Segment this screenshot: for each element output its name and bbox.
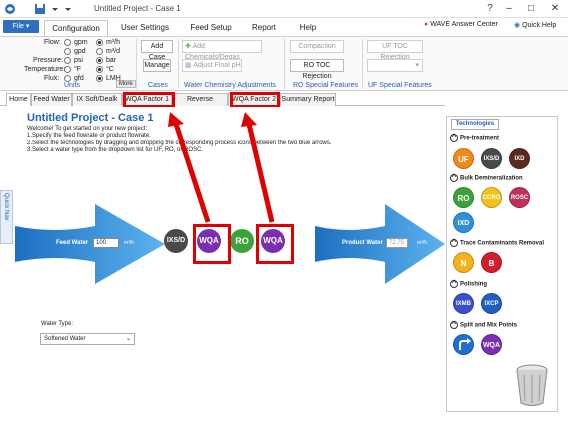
wqa-tech-icon[interactable]: WQA	[481, 334, 502, 355]
split-point-icon[interactable]	[453, 334, 474, 355]
annotation-arrow-1	[168, 112, 211, 223]
collapse-icon: ^	[450, 174, 458, 182]
uf-tech-icon[interactable]: UF	[453, 148, 474, 169]
ixsd-tech-icon[interactable]: IXS/D	[481, 148, 502, 169]
ixd-brown-tech-icon[interactable]: IXD	[509, 148, 530, 169]
collapse-icon: ^	[450, 280, 458, 288]
n-tech-icon[interactable]: N	[453, 252, 474, 273]
ixd-blue-tech-icon[interactable]: IXD	[453, 212, 474, 233]
rosc-tech-icon[interactable]: ROSC	[509, 187, 530, 208]
section-polishing[interactable]: ^ Polishing	[450, 280, 487, 288]
annotation-arrow-2	[241, 112, 275, 223]
collapse-icon: ^	[450, 239, 458, 247]
ccro-tech-icon[interactable]: CCRO	[481, 187, 502, 208]
technologies-tab[interactable]: Technologies	[451, 119, 499, 130]
ixcp-tech-icon[interactable]: IXCP	[481, 293, 502, 314]
ixmb-tech-icon[interactable]: IXMB	[453, 293, 474, 314]
collapse-icon: ^	[450, 321, 458, 329]
section-trace-contaminants[interactable]: ^ Trace Contaminants Removal	[450, 239, 544, 247]
b-tech-icon[interactable]: B	[481, 252, 502, 273]
collapse-icon: ^	[450, 134, 458, 142]
section-bulk-demineralization[interactable]: ^ Bulk Demineralization	[450, 174, 523, 182]
technologies-panel: Technologies ^ Pre-treatment UF IXS/D IXD…	[446, 116, 558, 412]
section-pre-treatment[interactable]: ^ Pre-treatment	[450, 134, 499, 142]
section-split-mix[interactable]: ^ Split and Mix Points	[450, 321, 517, 329]
trash-bin-icon[interactable]	[515, 363, 549, 407]
ro-tech-icon[interactable]: RO	[453, 187, 474, 208]
